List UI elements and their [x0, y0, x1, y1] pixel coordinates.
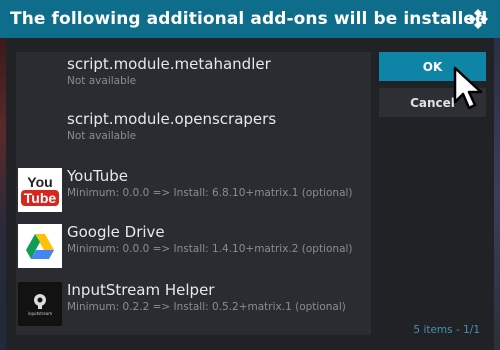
addon-detail: Minimum: 0.2.2 => Install: 0.5.2+matrix.…	[67, 301, 346, 313]
google-drive-logo	[26, 233, 54, 259]
dialog-title: The following additional add-ons will be…	[10, 9, 488, 29]
dialog-titlebar: The following additional add-ons will be…	[0, 0, 500, 38]
mouse-pointer-icon	[453, 66, 483, 110]
addon-name: script.module.metahandler	[67, 55, 271, 73]
google-drive-icon	[18, 224, 62, 268]
addon-detail: Not available	[67, 75, 137, 87]
list-item[interactable]: script.module.metahandler Not available	[16, 52, 371, 104]
addon-name: InputStream Helper	[67, 281, 215, 299]
addon-install-dialog: script.module.metahandler Not available …	[6, 38, 494, 350]
list-item[interactable]: inputstream InputStream Helper Minimum: …	[16, 278, 371, 330]
inputstream-helper-icon: inputstream	[18, 282, 62, 326]
background-right-edge	[494, 38, 500, 350]
youtube-logo-bottom: Tube	[20, 189, 60, 206]
inputstream-logo	[34, 294, 46, 309]
list-item[interactable]: Google Drive Minimum: 0.0.0 => Install: …	[16, 220, 371, 272]
list-item[interactable]: script.module.openscrapers Not available	[16, 107, 371, 159]
addon-name: YouTube	[67, 167, 128, 185]
addon-name: Google Drive	[67, 223, 165, 241]
youtube-logo-top: You	[27, 173, 53, 190]
list-item[interactable]: You Tube YouTube Minimum: 0.0.0 => Insta…	[16, 164, 371, 216]
addon-list[interactable]: script.module.metahandler Not available …	[16, 52, 371, 335]
addon-detail: Not available	[67, 130, 137, 142]
item-count-label: 5 items - 1/1	[413, 324, 480, 336]
inputstream-logo-text: inputstream	[27, 311, 53, 316]
addon-detail: Minimum: 0.0.0 => Install: 6.8.10+matrix…	[67, 187, 353, 199]
addon-name: script.module.openscrapers	[67, 110, 277, 128]
addon-detail: Minimum: 0.0.0 => Install: 1.4.10+matrix…	[67, 243, 353, 255]
kodi-logo-icon	[468, 9, 488, 29]
youtube-icon: You Tube	[18, 168, 62, 212]
